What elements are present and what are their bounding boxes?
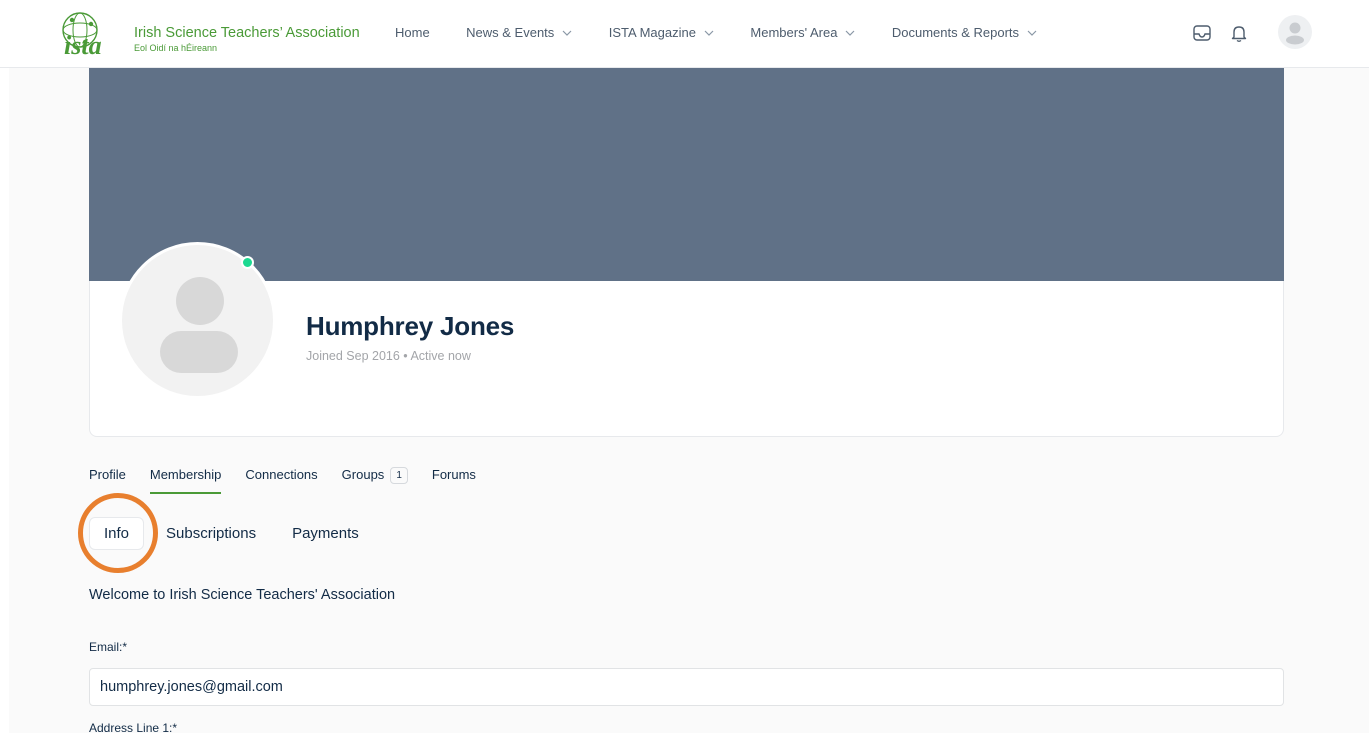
tab-label: Membership — [149, 467, 222, 482]
subtab-subscriptions[interactable]: Subscriptions — [152, 518, 270, 549]
bell-icon[interactable] — [1228, 22, 1250, 44]
email-label: Email:* — [89, 640, 128, 654]
address-line-1-label: Address Line 1:* — [89, 721, 178, 733]
nav-news-events[interactable]: News & Events — [466, 25, 572, 40]
chevron-down-icon — [704, 30, 714, 36]
tab-groups[interactable]: Groups 1 — [342, 467, 408, 494]
chevron-down-icon — [562, 30, 572, 36]
nav-label: ISTA Magazine — [608, 25, 696, 40]
ista-logo-icon: ista — [62, 12, 102, 58]
logo-title: Irish Science Teachers’ Association — [134, 25, 360, 41]
membership-subtabs: Info Subscriptions Payments — [89, 517, 381, 551]
tab-label: Connections — [245, 467, 318, 482]
chevron-down-icon — [1027, 30, 1037, 36]
subtab-payments[interactable]: Payments — [278, 518, 373, 549]
tab-label: Forums — [431, 467, 476, 482]
profile-name: Humphrey Jones — [306, 311, 515, 341]
profile-tabs: Profile Membership Connections Groups 1 Forum… — [89, 466, 500, 494]
nav-label: Home — [395, 25, 430, 40]
inbox-icon[interactable] — [1191, 22, 1213, 44]
online-status-indicator — [241, 256, 254, 269]
logo-subtitle: Eol Oidí na hÉireann — [134, 43, 218, 53]
cover-image — [89, 68, 1284, 281]
chevron-down-icon — [845, 30, 855, 36]
email-field[interactable] — [89, 668, 1284, 706]
nav-documents-reports[interactable]: Documents & Reports — [892, 25, 1037, 40]
site-header: ista Irish Science Teachers’ Association… — [0, 0, 1369, 68]
tab-membership[interactable]: Membership — [149, 467, 222, 494]
nav-ista-magazine[interactable]: ISTA Magazine — [609, 25, 714, 40]
nav-home[interactable]: Home — [395, 25, 430, 40]
nav-members-area[interactable]: Members' Area — [750, 25, 855, 40]
tab-profile[interactable]: Profile — [89, 467, 126, 492]
profile-meta: Joined Sep 2016 • Active now — [306, 349, 471, 363]
tab-label: Profile — [89, 467, 126, 482]
tab-forums[interactable]: Forums — [432, 467, 476, 492]
welcome-text: Welcome to Irish Science Teachers' Assoc… — [89, 587, 396, 603]
subtab-info[interactable]: Info — [89, 517, 145, 550]
groups-count-badge: 1 — [390, 467, 408, 484]
default-avatar-icon — [1286, 22, 1304, 45]
svg-text:ista: ista — [64, 31, 102, 58]
user-avatar[interactable] — [1278, 15, 1312, 49]
tab-connections[interactable]: Connections — [245, 467, 317, 492]
nav-label: Members' Area — [750, 25, 838, 40]
nav-label: News & Events — [466, 25, 555, 40]
tab-label: Groups — [341, 467, 385, 482]
left-gutter — [0, 68, 9, 733]
nav-label: Documents & Reports — [891, 25, 1020, 40]
main-nav: Home News & Events ISTA Magazine Members… — [395, 24, 1069, 42]
